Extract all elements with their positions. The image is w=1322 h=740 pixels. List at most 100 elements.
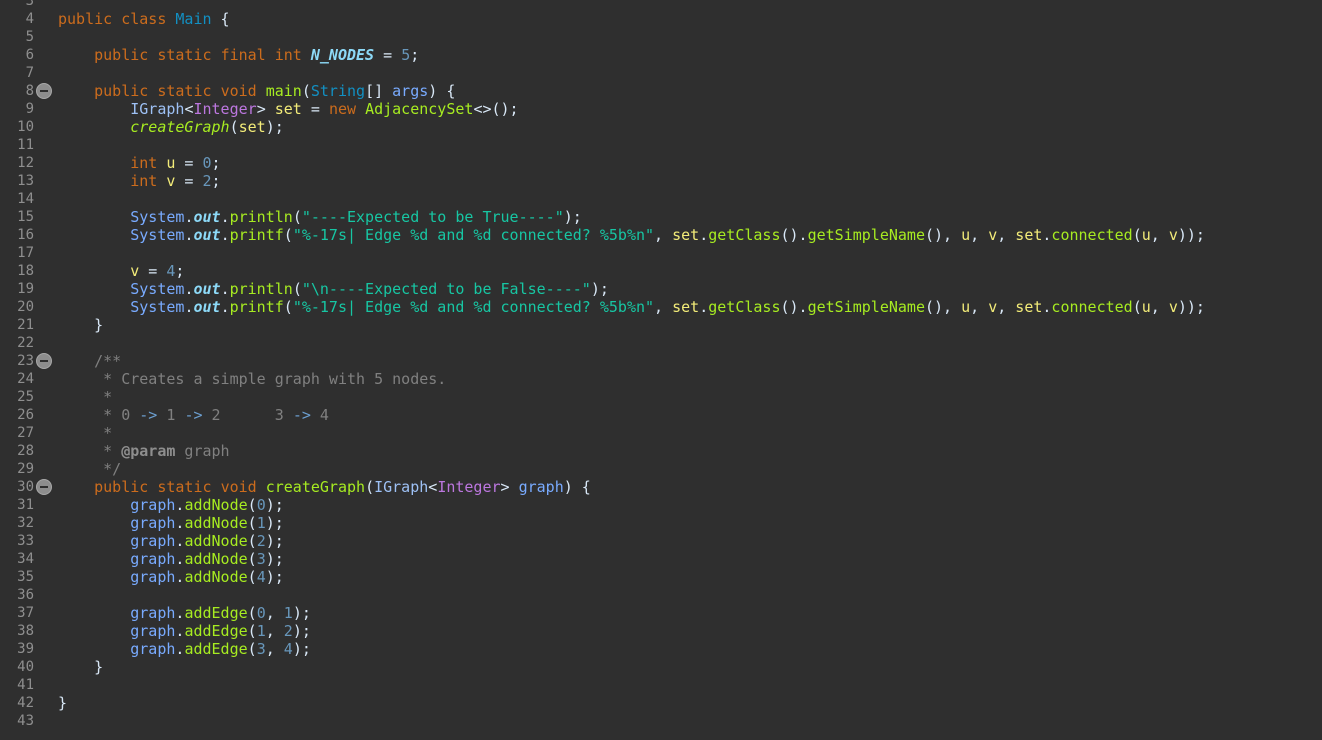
code-line[interactable]: 4 public class Main { — [0, 10, 1322, 28]
code-token: ( — [229, 118, 239, 136]
code-token: * — [103, 442, 122, 460]
code-text: graph.addNode(0); — [58, 496, 284, 514]
code-token: graph — [175, 442, 230, 460]
code-line[interactable]: 28 * @param graph — [0, 442, 1322, 460]
code-token: graph — [130, 640, 176, 658]
code-token: graph — [130, 568, 176, 586]
code-line[interactable]: 40 } — [0, 658, 1322, 676]
code-token: 5 — [401, 46, 411, 64]
code-text: } — [58, 316, 103, 334]
code-text: v = 4; — [58, 262, 184, 280]
collapse-fold-icon[interactable] — [36, 479, 52, 495]
code-token: (), — [924, 226, 962, 244]
code-line[interactable]: 37 graph.addEdge(0, 1); — [0, 604, 1322, 622]
code-line[interactable]: 31 graph.addNode(0); — [0, 496, 1322, 514]
code-token: u — [1141, 226, 1151, 244]
code-line[interactable]: 22 — [0, 334, 1322, 352]
code-token: 1 — [157, 406, 185, 424]
code-token: graph — [130, 604, 176, 622]
code-line[interactable]: 30 public static void createGraph(IGraph… — [0, 478, 1322, 496]
code-token: ); — [265, 550, 284, 568]
line-number: 17 — [17, 245, 34, 261]
code-token: System — [130, 280, 185, 298]
code-line[interactable]: 6 public static final int N_NODES = 5; — [0, 46, 1322, 64]
line-number: 19 — [17, 281, 34, 297]
code-token: 1 — [256, 514, 266, 532]
code-line[interactable]: 13 int v = 2; — [0, 172, 1322, 190]
code-line[interactable]: 39 graph.addEdge(3, 4); — [0, 640, 1322, 658]
code-token: 0 — [256, 604, 266, 622]
code-line[interactable]: 29 */ — [0, 460, 1322, 478]
code-line[interactable]: 18 v = 4; — [0, 262, 1322, 280]
code-line[interactable]: 19 System.out.println("\n----Expected to… — [0, 280, 1322, 298]
code-text: public class Main { — [58, 10, 230, 28]
code-line[interactable]: 36 — [0, 586, 1322, 604]
code-token: out — [193, 208, 221, 226]
code-line[interactable]: 38 graph.addEdge(1, 2); — [0, 622, 1322, 640]
code-line[interactable]: 41 — [0, 676, 1322, 694]
code-token: getClass — [708, 226, 781, 244]
code-token: , — [970, 298, 989, 316]
code-token: int — [130, 172, 158, 190]
line-number: 25 — [17, 389, 34, 405]
code-token: out — [193, 298, 221, 316]
code-line[interactable]: 43 — [0, 712, 1322, 730]
code-line[interactable]: 27 * — [0, 424, 1322, 442]
code-line[interactable]: 9 IGraph<Integer> set = new AdjacencySet… — [0, 100, 1322, 118]
code-line[interactable]: 24 * Creates a simple graph with 5 nodes… — [0, 370, 1322, 388]
code-line[interactable]: 5 — [0, 28, 1322, 46]
code-token: . — [220, 280, 230, 298]
code-line[interactable]: 20 System.out.printf("%-17s| Edge %d and… — [0, 298, 1322, 316]
code-token: addNode — [184, 568, 248, 586]
code-line[interactable]: 3 — [0, 0, 1322, 10]
code-token: addEdge — [184, 640, 248, 658]
code-line[interactable]: 17 — [0, 244, 1322, 262]
code-token: > — [256, 100, 275, 118]
code-token: 4 — [310, 406, 329, 424]
code-line[interactable]: 23 /** — [0, 352, 1322, 370]
code-text: graph.addNode(3); — [58, 550, 284, 568]
code-line[interactable]: 15 System.out.println("----Expected to b… — [0, 208, 1322, 226]
line-number: 27 — [17, 425, 34, 441]
code-token: ); — [265, 118, 284, 136]
line-number: 28 — [17, 443, 34, 459]
code-line[interactable]: 35 graph.addNode(4); — [0, 568, 1322, 586]
code-token: * Creates a simple graph with 5 nodes. — [103, 370, 447, 388]
code-token: ) { — [428, 82, 456, 100]
code-line[interactable]: 11 — [0, 136, 1322, 154]
code-line[interactable]: 32 graph.addNode(1); — [0, 514, 1322, 532]
code-line[interactable]: 10 createGraph(set); — [0, 118, 1322, 136]
collapse-fold-icon[interactable] — [36, 353, 52, 369]
code-token: (). — [780, 298, 808, 316]
code-line[interactable]: 7 — [0, 64, 1322, 82]
code-editor[interactable]: 3 4 public class Main {5 6 public static fi… — [0, 0, 1322, 740]
code-line[interactable]: 33 graph.addNode(2); — [0, 532, 1322, 550]
collapse-fold-icon[interactable] — [36, 83, 52, 99]
code-text: * 0 -> 1 -> 2 3 -> 4 — [58, 406, 329, 424]
code-line[interactable]: 26 * 0 -> 1 -> 2 3 -> 4 — [0, 406, 1322, 424]
code-token: getSimpleName — [807, 298, 925, 316]
line-number: 10 — [17, 119, 34, 135]
code-line[interactable]: 14 — [0, 190, 1322, 208]
code-text: * — [58, 388, 112, 406]
code-line[interactable]: 12 int u = 0; — [0, 154, 1322, 172]
code-token: */ — [103, 460, 122, 478]
code-token: )); — [1177, 298, 1205, 316]
code-token: ; — [410, 46, 420, 64]
code-token: set — [1015, 226, 1043, 244]
code-line[interactable]: 42} — [0, 694, 1322, 712]
code-line[interactable]: 16 System.out.printf("%-17s| Edge %d and… — [0, 226, 1322, 244]
code-token: = — [175, 154, 203, 172]
code-token: , — [1150, 298, 1169, 316]
code-line[interactable]: 8 public static void main(String[] args)… — [0, 82, 1322, 100]
code-line[interactable]: 34 graph.addNode(3); — [0, 550, 1322, 568]
code-line[interactable]: 21 } — [0, 316, 1322, 334]
code-line[interactable]: 25 * — [0, 388, 1322, 406]
